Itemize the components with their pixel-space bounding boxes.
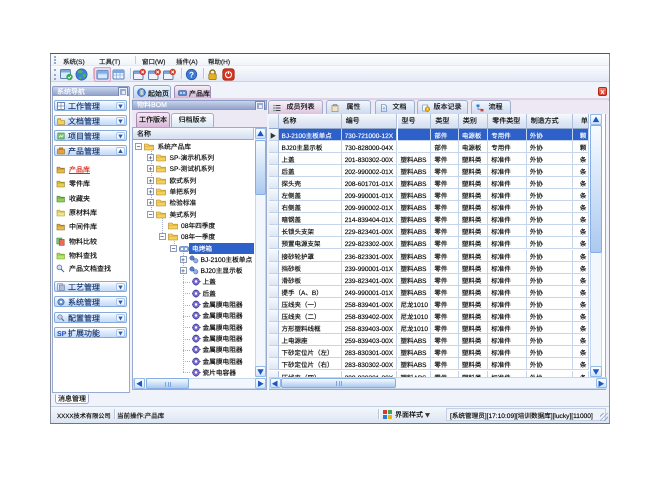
svg-text:?: ?: [189, 70, 194, 79]
